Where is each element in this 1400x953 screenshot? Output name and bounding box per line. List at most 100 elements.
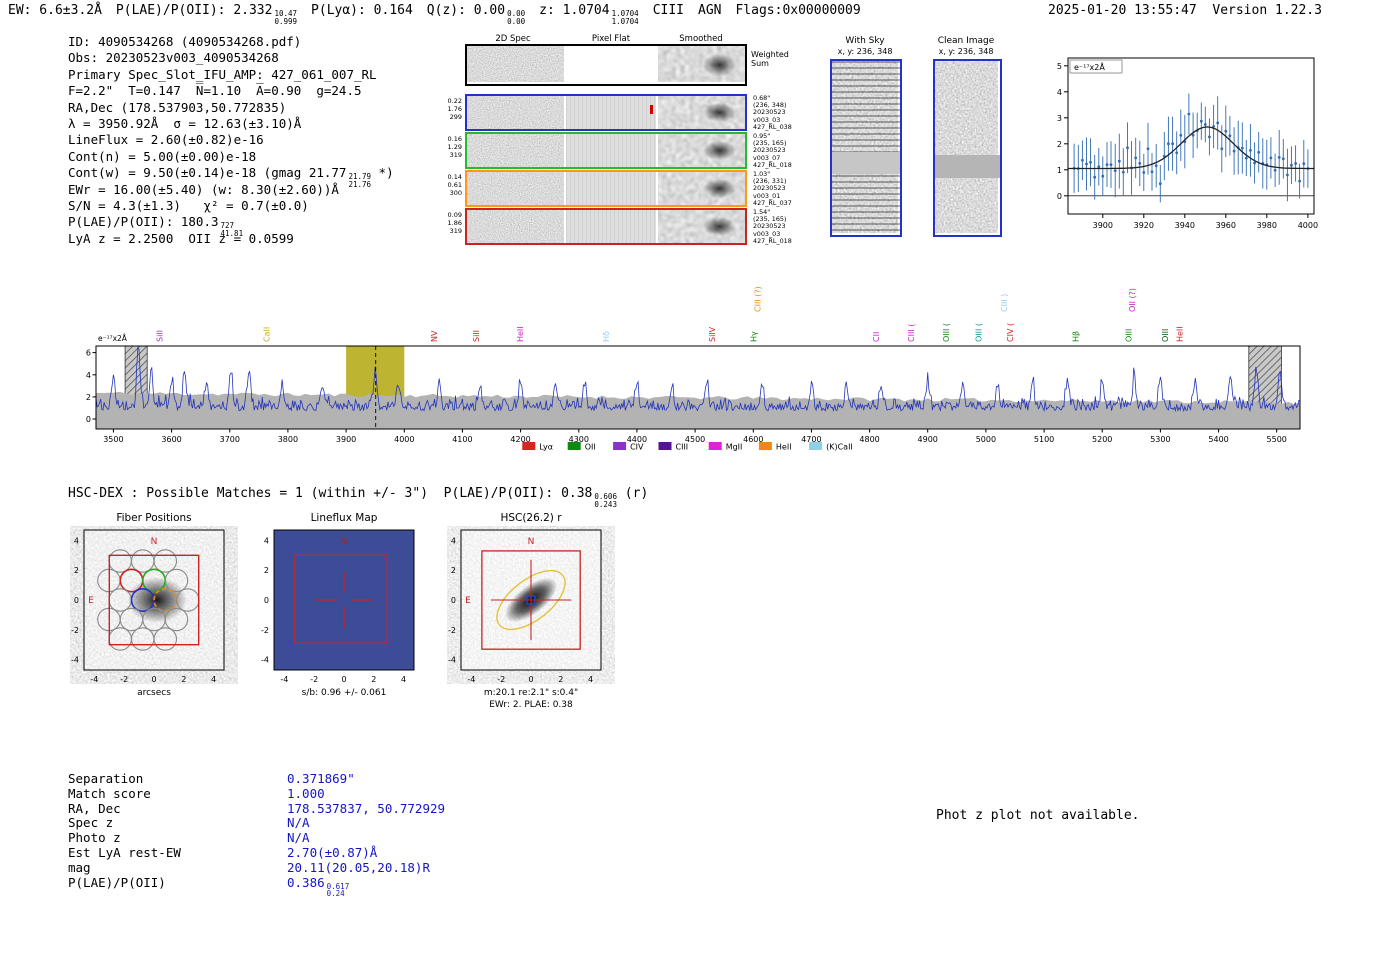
- info-line: RA,Dec (178.537903,50.772835): [68, 99, 287, 115]
- clean-image-title: Clean Image: [937, 36, 995, 46]
- svg-text:3900: 3900: [1093, 221, 1113, 230]
- spec2d-row-stats: 0.09 1.86 319: [447, 211, 462, 235]
- noise-image: [467, 96, 564, 129]
- match-field-label: mag: [68, 859, 91, 875]
- match-table-row: P(LAE)/P(OII) 0.386 0.617 0.24: [68, 875, 445, 898]
- spec2d-row-images: [465, 170, 747, 207]
- info-line: LyA z = 2.2500 OII z = 0.0599: [68, 230, 294, 246]
- svg-text:2: 2: [181, 675, 186, 684]
- match-field-value: 1.000: [287, 785, 325, 801]
- spec2d-row-note: 0.95" (235, 165) 20230523 v003_07 427_RL_018: [753, 132, 792, 169]
- lineflux-map-caption: s/b: 0.96 +/- 0.061: [301, 688, 387, 698]
- svg-text:0: 0: [151, 675, 156, 684]
- noise-image: [467, 134, 564, 167]
- svg-text:-4: -4: [90, 675, 98, 684]
- spec2d-rows: 0.22 1.76 299 0.68" (236, 348) 20230523 v003_0…: [443, 94, 813, 254]
- svg-text:6: 6: [86, 349, 91, 358]
- lineflux-map-title: Lineflux Map: [310, 512, 378, 524]
- svg-text:0: 0: [86, 415, 91, 424]
- match-table-row: Photo z N/A: [68, 830, 445, 846]
- match-field-value: 20.11(20.05,20.18)R: [287, 859, 430, 875]
- wsum-2dspec-image: [467, 46, 564, 84]
- noise-image: [467, 46, 564, 82]
- match-field-value: 2.70(±0.87)Å: [287, 844, 378, 860]
- svg-text:Hδ: Hδ: [602, 331, 611, 342]
- hsc-image-plot: N E -4 -4 -2 -2 0 0 2 2 4 4: [448, 529, 602, 684]
- report-version: Version 1.22.3: [1212, 3, 1322, 18]
- info-line: Cont(w) = 9.50(±0.14)e-18 (gmag 21.77 21.…: [68, 165, 394, 189]
- svg-text:5400: 5400: [1208, 435, 1228, 444]
- svg-text:MgII: MgII: [726, 443, 743, 452]
- masked-band: [832, 152, 900, 174]
- svg-text:4: 4: [264, 536, 269, 545]
- emission-blob: [697, 98, 743, 127]
- line-fit-plot-container: 3900 3920 3940 3960 3980 4000 0 1 2 3 4 5 e⁻¹⁷x2Å: [1030, 44, 1322, 244]
- stacked-uncertainty: 0.00 0.00: [507, 9, 526, 26]
- match-field-value: N/A: [287, 830, 310, 846]
- svg-text:HeII: HeII: [776, 443, 792, 452]
- svg-text:1: 1: [1057, 166, 1062, 175]
- svg-text:CIII: CIII: [676, 443, 689, 452]
- match-field-label: Spec z: [68, 815, 114, 831]
- svg-text:e⁻¹⁷x2Å: e⁻¹⁷x2Å: [1074, 61, 1105, 72]
- match-field-label: RA, Dec: [68, 800, 121, 816]
- match-table: Separation 0.371869" Match score 1.000 RA, D…: [68, 771, 445, 898]
- wsum-smoothed-image: [658, 46, 745, 84]
- with-sky-image: [830, 59, 902, 237]
- spec2d-row: 0.16 1.29 319 0.95" (235, 165) 20230523 v003_0…: [443, 132, 813, 170]
- svg-text:CIV: CIV: [630, 443, 644, 452]
- match-field-label: Photo z: [68, 830, 121, 846]
- lineflux-map-plot: N -4 -4 -2 -2 0 0 2 2 4 4: [261, 529, 415, 684]
- with-sky-coords: x, y: 236, 348: [837, 47, 893, 56]
- match-table-row: Est LyA rest-EW 2.70(±0.87)Å: [68, 844, 445, 861]
- full-spectrum-plot: 3500 3600 3700 3800 3900 4000 4100 4200 4300 4400…: [86, 286, 1301, 452]
- svg-text:4: 4: [1057, 88, 1062, 97]
- svg-text:OIII: OIII: [1161, 329, 1170, 342]
- match-field-label: Est LyA rest-EW: [68, 844, 181, 860]
- header-stat: AGN: [698, 3, 722, 18]
- svg-text:SiII: SiII: [472, 330, 481, 342]
- spec2d-row-stats: 0.16 1.29 319: [447, 135, 462, 159]
- stacked-uncertainty: 0.617 0.24: [326, 881, 350, 899]
- svg-text:CIII ): CIII ): [1000, 294, 1009, 312]
- emission-blob: [697, 212, 743, 241]
- svg-text:OIII (: OIII (: [974, 323, 983, 342]
- col-header-2d-spec: 2D Spec: [495, 34, 531, 44]
- emission-blob: [697, 136, 743, 165]
- info-line: LineFlux = 2.60(±0.82)e-16: [68, 132, 264, 148]
- info-line: P(LAE)/P(OII): 180.3 727 41.81: [68, 214, 244, 239]
- fiber-positions-plot-holder: N E -4 -4 -2 -2 0 0 2 2 4 4: [58, 526, 250, 694]
- hsc-match-header: HSC-DEX : Possible Matches = 1 (within +…: [68, 486, 649, 509]
- wsum-flat-image: [563, 46, 659, 84]
- info-line: EWr = 16.00(±5.40) (w: 8.30(±2.60))Å: [68, 181, 339, 197]
- stacked-uncertainty: 0.606 0.243: [594, 492, 617, 509]
- spec2d-row: 0.09 1.86 319 1.54" (235, 165) 20230523 v003_0…: [443, 208, 813, 246]
- svg-text:3900: 3900: [336, 435, 356, 444]
- svg-text:4100: 4100: [452, 435, 472, 444]
- svg-text:CIII (?): CIII (?): [753, 286, 762, 312]
- svg-text:CaII: CaII: [263, 327, 272, 342]
- spec2d-row-stats: 0.14 0.61 300: [447, 173, 462, 197]
- report-date: 2025-01-20 13:55:47: [1048, 3, 1197, 18]
- svg-text:4: 4: [211, 675, 216, 684]
- header-stat: z: 1.0704 1.0704 1.0704: [539, 3, 639, 26]
- match-table-row: Separation 0.371869": [68, 771, 445, 787]
- spec2d-row: 0.22 1.76 299 0.68" (236, 348) 20230523 v003_0…: [443, 94, 813, 132]
- info-line: Cont(n) = 5.00(±0.00)e-18: [68, 148, 257, 164]
- svg-text:2: 2: [558, 675, 563, 684]
- svg-text:2: 2: [74, 566, 79, 575]
- svg-text:OIII: OIII: [1125, 329, 1134, 342]
- svg-text:4800: 4800: [859, 435, 879, 444]
- elixer-report-page: EW: 6.6±3.2Å P(LAE)/P(OII): 2.332 10.47 0.9…: [0, 0, 1400, 953]
- svg-text:E: E: [465, 596, 471, 606]
- col-header-pixel-flat: Pixel Flat: [591, 34, 631, 44]
- svg-text:-4: -4: [71, 656, 79, 665]
- svg-text:0: 0: [341, 675, 346, 684]
- wsum-label-line: Weighted: [751, 50, 789, 59]
- clean-image-coords: x, y: 236, 348: [938, 47, 994, 56]
- summary-header: EW: 6.6±3.2Å P(LAE)/P(OII): 2.332 10.47 0.9…: [8, 3, 875, 26]
- spec2d-row-note: 1.54" (235, 165) 20230523 v003_03 427_RL_018: [753, 208, 792, 245]
- svg-text:-4: -4: [448, 656, 456, 665]
- hsc-image-cutout: HSC(26.2) r N E -4 -4 -2 -2 0 0 2 2 4 4 m:20.1 re:2…: [435, 510, 627, 725]
- stacked-uncertainty: 10.47 0.999: [274, 9, 298, 26]
